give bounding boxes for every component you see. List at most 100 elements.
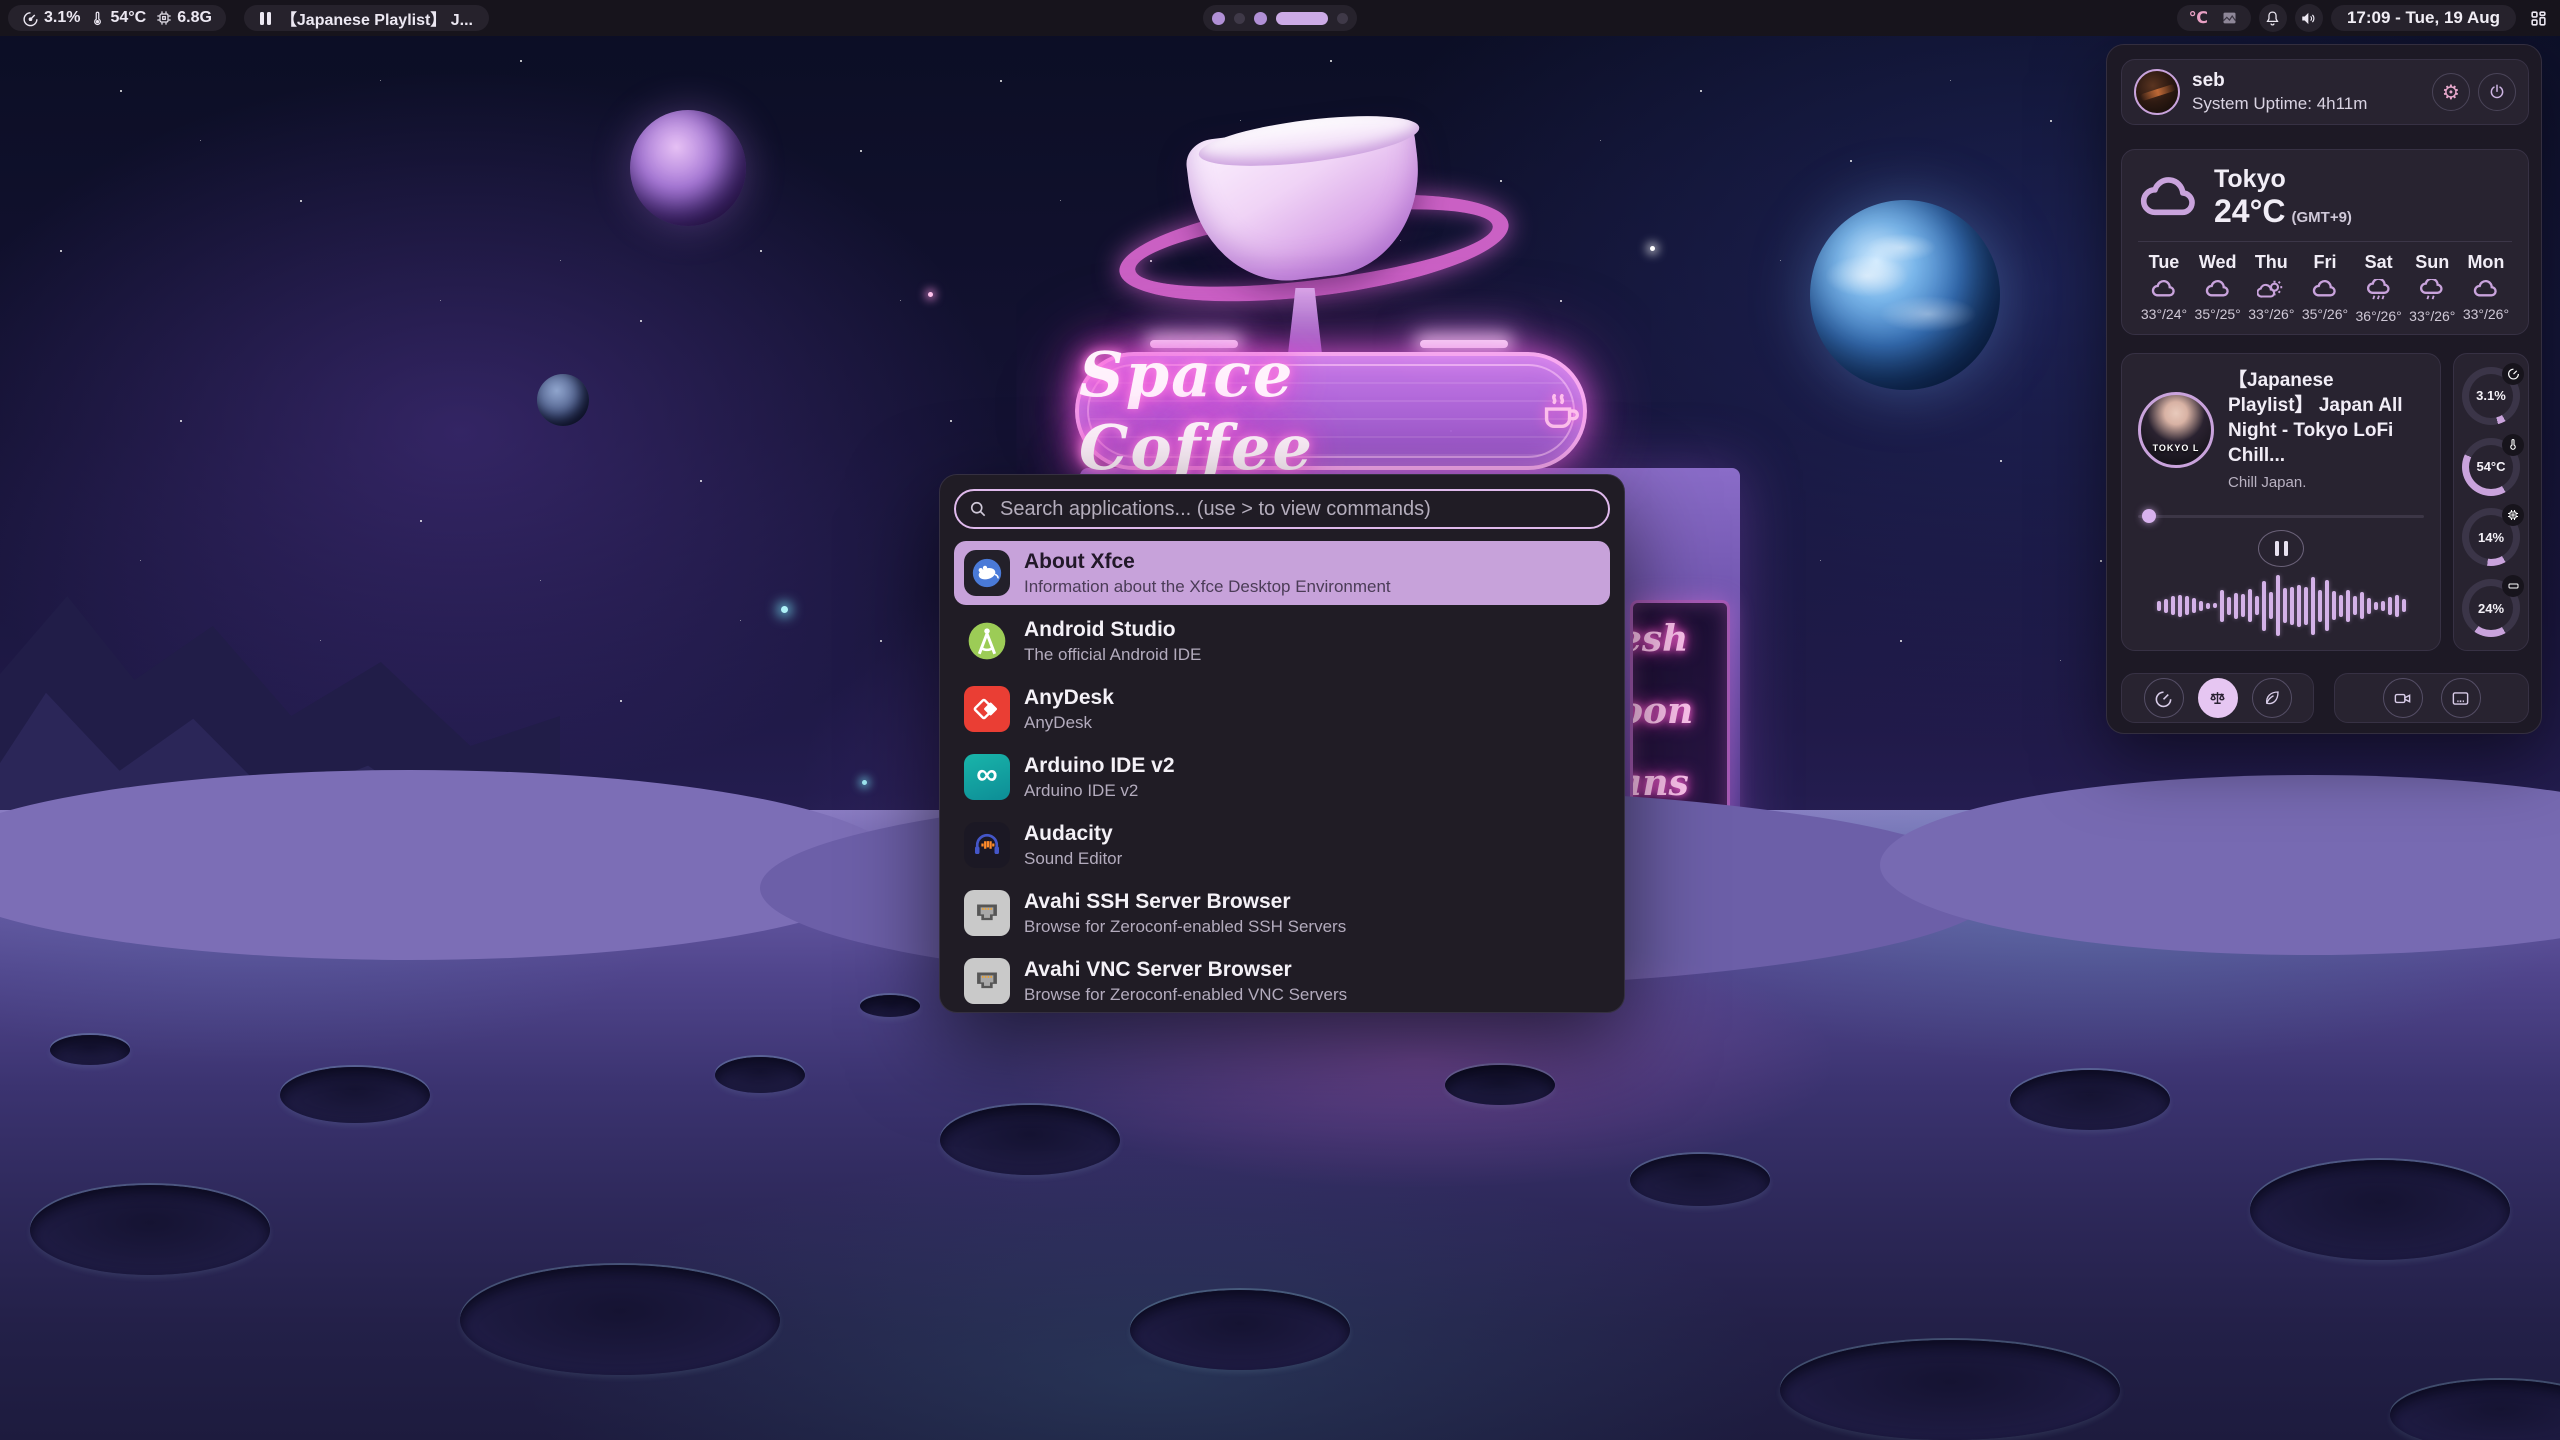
forecast-day: Fri 35°/26° bbox=[2299, 252, 2351, 324]
crater bbox=[280, 1067, 430, 1123]
music-player-card: TOKYO L 【Japanese Playlist】 Japan All Ni… bbox=[2121, 353, 2441, 651]
speedometer-icon bbox=[2154, 689, 2173, 708]
crater bbox=[860, 995, 920, 1017]
clock[interactable]: 17:09 - Tue, 19 Aug bbox=[2331, 5, 2516, 31]
track-subtitle: Chill Japan. bbox=[2228, 474, 2424, 491]
power-icon bbox=[2488, 83, 2506, 101]
app-item-arduino[interactable]: ∞ Arduino IDE v2 Arduino IDE v2 bbox=[954, 745, 1610, 809]
power-button[interactable] bbox=[2478, 73, 2516, 111]
avatar[interactable] bbox=[2134, 69, 2180, 115]
celsius-tray-icon[interactable]: ℃ bbox=[2189, 8, 2208, 28]
workspace-dot-active[interactable] bbox=[1276, 12, 1328, 25]
workspace-dot-occupied[interactable] bbox=[1254, 12, 1267, 25]
app-subtitle: The official Android IDE bbox=[1024, 644, 1201, 665]
play-pause-button[interactable] bbox=[2258, 530, 2304, 567]
scales-icon bbox=[2208, 689, 2227, 708]
volume-button[interactable] bbox=[2295, 4, 2323, 32]
system-gauges-card: 3.1% 54°C 14% 24% bbox=[2453, 353, 2529, 651]
wallpaper-icon[interactable] bbox=[2220, 10, 2239, 26]
bell-icon bbox=[2264, 10, 2281, 27]
app-title: Avahi VNC Server Browser bbox=[1024, 957, 1347, 983]
audacity-headphones-icon bbox=[964, 822, 1010, 868]
app-title: About Xfce bbox=[1024, 549, 1391, 575]
notifications-button[interactable] bbox=[2259, 4, 2287, 32]
temp-stat: 54°C bbox=[90, 9, 146, 27]
search-input[interactable] bbox=[954, 489, 1610, 529]
cloud-icon bbox=[2138, 174, 2200, 220]
neon-cup-icon bbox=[1537, 388, 1583, 434]
small-moon bbox=[537, 374, 589, 426]
overview-button[interactable] bbox=[2524, 4, 2552, 32]
screen-record-button[interactable] bbox=[2383, 678, 2423, 718]
chip-icon bbox=[156, 10, 172, 26]
tray-pill[interactable]: ℃ bbox=[2177, 5, 2251, 31]
app-item-avahi-vnc[interactable]: Avahi VNC Server Browser Browse for Zero… bbox=[954, 949, 1610, 1013]
cloud-icon bbox=[2311, 279, 2339, 300]
screenshot-button[interactable] bbox=[2441, 678, 2481, 718]
forecast-day: Tue 33°/24° bbox=[2138, 252, 2190, 324]
app-subtitle: AnyDesk bbox=[1024, 712, 1114, 733]
workspace-dot-empty[interactable] bbox=[1234, 13, 1245, 24]
pause-icon bbox=[260, 12, 271, 25]
crater bbox=[1130, 1290, 1350, 1370]
waveform bbox=[2138, 575, 2424, 636]
xfce-mouse-icon bbox=[964, 550, 1010, 596]
seek-slider[interactable] bbox=[2138, 509, 2424, 520]
leaf-icon bbox=[2263, 689, 2281, 707]
seek-track bbox=[2138, 515, 2424, 518]
purple-planet bbox=[630, 110, 746, 226]
grid-icon bbox=[2529, 9, 2548, 28]
crater bbox=[50, 1035, 130, 1065]
workspace-switcher[interactable] bbox=[1203, 5, 1357, 31]
app-title: Android Studio bbox=[1024, 617, 1201, 643]
forecast-day: Thu 33°/26° bbox=[2245, 252, 2297, 324]
window-neon-text: oon bbox=[1630, 675, 1727, 747]
uptime-label: System Uptime: 4h11m bbox=[2192, 94, 2367, 114]
window-neon-text: esh bbox=[1630, 603, 1727, 675]
app-subtitle: Browse for Zeroconf-enabled SSH Servers bbox=[1024, 916, 1346, 937]
performance-profile-button[interactable] bbox=[2144, 678, 2184, 718]
settings-button[interactable]: ⚙ bbox=[2432, 73, 2470, 111]
crater bbox=[715, 1057, 805, 1093]
bright-star bbox=[781, 606, 788, 613]
chip-icon bbox=[2502, 504, 2524, 526]
album-art: TOKYO L bbox=[2138, 392, 2214, 468]
powersave-profile-button[interactable] bbox=[2252, 678, 2292, 718]
mem-stat: 6.8G bbox=[156, 9, 212, 27]
app-item-android-studio[interactable]: Android Studio The official Android IDE bbox=[954, 609, 1610, 673]
video-camera-icon bbox=[2393, 689, 2412, 708]
now-playing-pill[interactable]: 【Japanese Playlist】 J... bbox=[244, 5, 489, 31]
app-title: AnyDesk bbox=[1024, 685, 1114, 711]
app-item-audacity[interactable]: Audacity Sound Editor bbox=[954, 813, 1610, 877]
network-port-icon bbox=[964, 890, 1010, 936]
music-progress-dot[interactable] bbox=[2142, 509, 2156, 523]
workspace-dot-occupied[interactable] bbox=[1212, 12, 1225, 25]
app-item-avahi-ssh[interactable]: Avahi SSH Server Browser Browse for Zero… bbox=[954, 881, 1610, 945]
app-subtitle: Browse for Zeroconf-enabled VNC Servers bbox=[1024, 984, 1347, 1005]
cloud-icon bbox=[2472, 279, 2500, 300]
network-port-icon bbox=[964, 958, 1010, 1004]
sign-text: Space Coffee bbox=[1079, 338, 1523, 484]
arduino-infinity-icon: ∞ bbox=[964, 754, 1010, 800]
gear-icon: ⚙ bbox=[2442, 82, 2460, 102]
system-stats-pill[interactable]: 3.1% 54°C 6.8G bbox=[8, 5, 226, 31]
workspace-dot-empty[interactable] bbox=[1337, 13, 1348, 24]
disk-icon bbox=[2502, 575, 2524, 597]
bright-star bbox=[928, 292, 933, 297]
balanced-profile-button[interactable] bbox=[2198, 678, 2238, 718]
earth-planet bbox=[1810, 200, 2000, 390]
weather-timezone: (GMT+9) bbox=[2292, 209, 2352, 226]
thermometer-icon bbox=[90, 10, 105, 27]
sun-cloud-icon bbox=[2257, 279, 2285, 300]
forecast-day: Sat 36°/26° bbox=[2353, 252, 2405, 324]
app-item-anydesk[interactable]: AnyDesk AnyDesk bbox=[954, 677, 1610, 741]
app-item-about-xfce[interactable]: About Xfce Information about the Xfce De… bbox=[954, 541, 1610, 605]
top-bar: 3.1% 54°C 6.8G 【Japanese Playlist】 J... … bbox=[0, 0, 2560, 36]
crater bbox=[460, 1265, 780, 1375]
user-card: seb System Uptime: 4h11m ⚙ bbox=[2121, 59, 2529, 125]
capture-group bbox=[2334, 673, 2529, 723]
username: seb bbox=[2192, 70, 2367, 92]
app-subtitle: Information about the Xfce Desktop Envir… bbox=[1024, 576, 1391, 597]
app-list: About Xfce Information about the Xfce De… bbox=[954, 541, 1610, 1013]
anydesk-icon bbox=[964, 686, 1010, 732]
